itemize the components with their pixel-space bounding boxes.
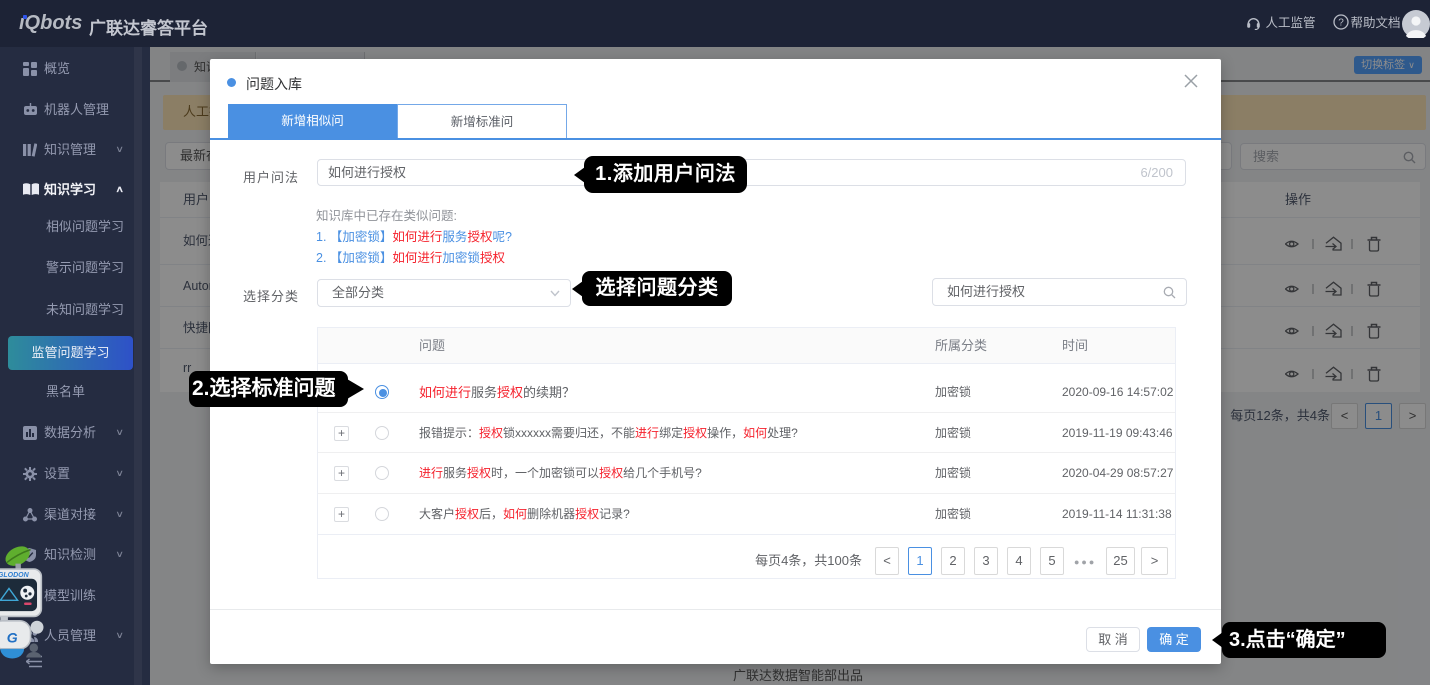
svg-text:?: ? bbox=[1338, 18, 1344, 29]
svg-text:GLODON: GLODON bbox=[0, 572, 30, 579]
svg-text:G: G bbox=[7, 629, 18, 645]
